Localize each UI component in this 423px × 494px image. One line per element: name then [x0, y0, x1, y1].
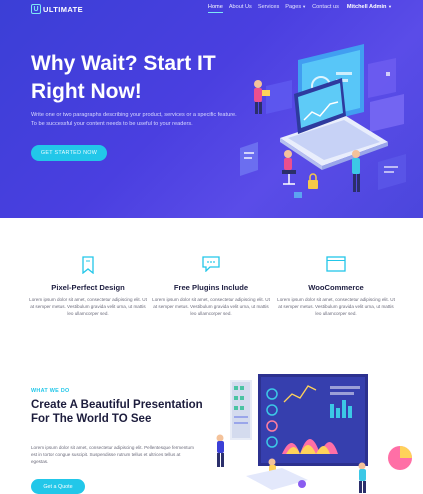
feature-title: WooCommerce: [308, 283, 364, 292]
feature-pixel-perfect: Pixel-Perfect Design Lorem ipsum dolor s…: [28, 256, 148, 317]
section-title: Create A Beautiful Presentation For The …: [31, 399, 203, 425]
bookmark-icon: [82, 256, 94, 274]
get-a-quote-button[interactable]: Get a Quote: [31, 479, 85, 494]
browser-window-icon: [326, 256, 346, 272]
section-kicker: WHAT WE DO: [31, 388, 70, 394]
chevron-down-icon: ▼: [302, 4, 307, 9]
feature-text: Lorem ipsum dolor sit amet, consectetur …: [277, 297, 395, 316]
feature-icon-wrap: [28, 256, 148, 276]
nav-item-home[interactable]: Home: [207, 4, 223, 13]
nav-item-contact-us[interactable]: Contact us: [312, 4, 339, 13]
nav-menu: Home About Us Services Pages▼ Contact us…: [207, 4, 392, 13]
feature-woocommerce: WooCommerce Lorem ipsum dolor sit amet, …: [276, 256, 396, 317]
hero-illustration: [240, 44, 406, 198]
nav-item-services[interactable]: Services: [258, 4, 279, 13]
chevron-down-icon: ▼: [388, 4, 392, 9]
hero-title: Why Wait? Start IT Right Now!: [31, 50, 241, 106]
brand-logo[interactable]: U ULTIMATE: [31, 4, 83, 14]
feature-title: Pixel-Perfect Design: [51, 283, 125, 292]
hero-section: U ULTIMATE Home About Us Services Pages▼…: [0, 0, 423, 218]
user-menu[interactable]: Mitchell Admin ▼: [347, 4, 392, 13]
chat-bubble-icon: [202, 256, 220, 272]
section-description: Lorem ipsum dolor sit amet, consectetur …: [31, 445, 194, 464]
presentation-illustration: [216, 374, 412, 493]
hero-title-line-2: Right Now!: [31, 80, 142, 103]
feature-icon-wrap: [276, 256, 396, 276]
get-started-button[interactable]: GET STARTED NOW: [31, 145, 107, 161]
nav-item-pages[interactable]: Pages▼: [285, 4, 306, 13]
nav-item-about-us[interactable]: About Us: [229, 4, 252, 13]
top-navbar: U ULTIMATE Home About Us Services Pages▼…: [0, 0, 423, 18]
user-name: Mitchell Admin: [346, 4, 387, 10]
feature-text: Lorem ipsum dolor sit amet, consectetur …: [29, 297, 147, 316]
feature-icon-wrap: [151, 256, 271, 276]
nav-item-pages-label: Pages: [285, 4, 302, 10]
logo-mark-icon: U: [31, 4, 41, 14]
feature-free-plugins: Free Plugins Include Lorem ipsum dolor s…: [151, 256, 271, 317]
hero-title-line-1: Why Wait? Start IT: [31, 52, 216, 75]
feature-title: Free Plugins Include: [173, 283, 249, 292]
feature-text: Lorem ipsum dolor sit amet, consectetur …: [152, 297, 270, 316]
brand-name: ULTIMATE: [43, 4, 83, 14]
